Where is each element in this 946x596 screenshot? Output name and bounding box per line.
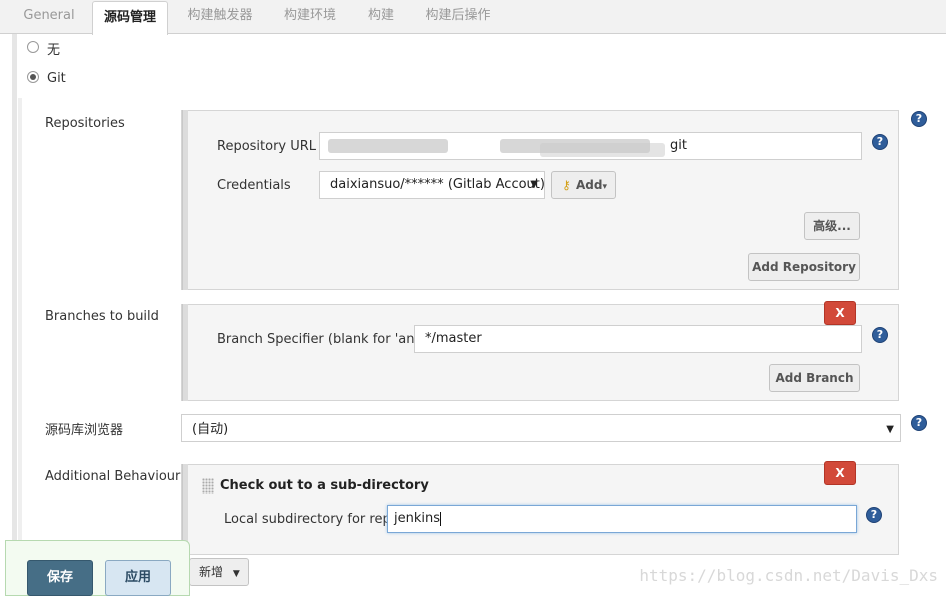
tab-post-build[interactable]: 构建后操作 <box>414 0 502 34</box>
add-repository-button[interactable]: Add Repository <box>748 253 860 281</box>
scm-git-label: Git <box>47 71 66 86</box>
tab-triggers[interactable]: 构建触发器 <box>176 0 264 34</box>
branch-specifier-input[interactable]: */master <box>414 325 862 353</box>
chevron-down-icon: ▼ <box>530 179 538 190</box>
subdir-value: jenkins <box>394 511 441 526</box>
drag-handle-icon[interactable] <box>202 478 214 494</box>
apply-button[interactable]: 应用 <box>105 560 171 596</box>
redacted-blur <box>540 143 665 157</box>
repo-browser-select[interactable]: (自动) ▼ <box>181 414 901 442</box>
branch-panel-bar <box>182 304 188 401</box>
repository-url-value: git <box>670 138 687 153</box>
tab-build[interactable]: 构建 <box>356 0 406 34</box>
add-behaviour-button[interactable]: 新增 ▼ <box>189 558 249 586</box>
repositories-help-icon[interactable]: ? <box>911 111 927 127</box>
redacted-blur <box>328 139 448 153</box>
behaviour-title: Check out to a sub-directory <box>220 478 429 493</box>
credentials-value: daixiansuo/****** (Gitlab Accout) <box>330 177 545 192</box>
add-credentials-button[interactable]: ⚷ Add▾ <box>551 171 616 199</box>
repository-panel-bar <box>182 110 188 290</box>
chevron-down-icon: ▼ <box>886 424 894 435</box>
repo-browser-value: (自动) <box>192 422 229 437</box>
tab-scm[interactable]: 源码管理 <box>92 1 168 35</box>
scm-git-radio[interactable] <box>27 71 39 83</box>
branches-label: Branches to build <box>45 309 159 324</box>
add-credentials-label: Add <box>576 178 603 192</box>
tab-bar: General 源码管理 构建触发器 构建环境 构建 构建后操作 <box>0 0 946 35</box>
advanced-button[interactable]: 高级... <box>804 212 860 240</box>
subdir-input[interactable]: jenkins <box>387 505 857 533</box>
repository-url-help-icon[interactable]: ? <box>872 134 888 150</box>
repository-url-label: Repository URL <box>217 139 317 154</box>
delete-branch-button[interactable]: X <box>824 301 856 325</box>
add-branch-button[interactable]: Add Branch <box>769 364 860 392</box>
key-icon: ⚷ <box>562 178 571 192</box>
repo-browser-label: 源码库浏览器 <box>45 423 124 438</box>
save-button[interactable]: 保存 <box>27 560 93 596</box>
subdir-label: Local subdirectory for repo <box>224 512 399 527</box>
chevron-down-icon: ▼ <box>232 569 240 579</box>
credentials-select[interactable]: daixiansuo/****** (Gitlab Accout) ▼ <box>319 171 545 199</box>
tab-environment[interactable]: 构建环境 <box>272 0 348 34</box>
delete-behaviour-button[interactable]: X <box>824 461 856 485</box>
watermark: https://blog.csdn.net/Davis_Dxs <box>639 566 938 585</box>
repository-url-input[interactable]: git <box>319 132 862 160</box>
add-behaviour-label: 新增 <box>199 565 224 579</box>
tab-general[interactable]: General <box>12 0 86 34</box>
text-cursor <box>440 511 442 526</box>
branch-specifier-help-icon[interactable]: ? <box>872 327 888 343</box>
subdir-help-icon[interactable]: ? <box>866 507 882 523</box>
repo-browser-help-icon[interactable]: ? <box>911 415 927 431</box>
credentials-label: Credentials <box>217 178 291 193</box>
branch-specifier-label: Branch Specifier (blank for 'any') <box>217 332 431 347</box>
behaviours-label: Additional Behaviours <box>45 469 188 484</box>
repositories-label: Repositories <box>45 116 125 131</box>
git-section-rail <box>18 98 22 596</box>
scm-none-label: 无 <box>47 43 61 58</box>
section-rail <box>12 34 17 596</box>
scm-none-radio[interactable] <box>27 41 39 53</box>
chevron-down-icon: ▾ <box>602 182 607 192</box>
